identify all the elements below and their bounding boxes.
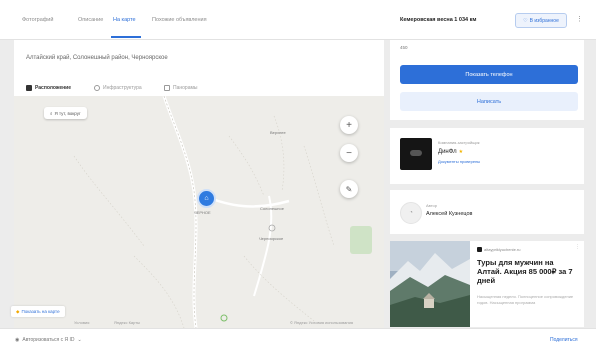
property-pin-icon[interactable]: ⌂ <box>197 189 216 208</box>
pin-icon <box>94 85 100 91</box>
heart-icon: ♡ <box>523 17 528 24</box>
chevron-down-icon: ⌄ <box>77 337 82 343</box>
map-tab-panorama[interactable]: Панорамы <box>164 85 198 91</box>
ad-description: Насыщенная неделя. Полноценное сопровожд… <box>477 294 574 305</box>
app-window: Фотографий Описание На карте Похожие объ… <box>0 0 596 352</box>
map-tab-label: Инфраструктура <box>103 85 142 91</box>
user-avatar-icon: ◔ <box>400 202 422 224</box>
share-link[interactable]: Поделиться <box>550 337 578 343</box>
show-on-map-label: Показать на карте <box>21 309 60 314</box>
map-terms[interactable]: Условия <box>74 320 89 325</box>
map-label-pin: ЧЕРНОЕ <box>194 210 211 215</box>
map-tab-label: Расположение <box>35 85 72 91</box>
zoom-out-button[interactable]: − <box>340 144 358 162</box>
seller-verified[interactable]: Документы проверены <box>438 159 480 164</box>
show-phone-button[interactable]: Показать телефон <box>400 65 578 84</box>
favorite-button[interactable]: ♡ В избранное <box>515 13 567 28</box>
map-chip-label: Я тут, вокруг <box>54 110 81 116</box>
contact-card: 450 Показать телефон Написать <box>390 40 584 120</box>
tab-map[interactable]: На карте <box>113 17 136 23</box>
login-icon: ◉ <box>15 337 20 343</box>
ad-source-icon <box>477 247 482 252</box>
top-tab-bar: Фотографий Описание На карте Похожие объ… <box>0 0 596 40</box>
listing-address: Алтайский край, Солонешный район, Черноя… <box>26 55 168 61</box>
ruler-icon[interactable]: ✎ <box>340 180 358 198</box>
map-provider[interactable]: Яндекс Карты <box>114 320 140 325</box>
map-tab-location[interactable]: Расположение <box>26 85 71 91</box>
seller-kicker: Компания-застройщик <box>438 140 480 145</box>
ad-card[interactable]: altaypriklyuchenie.ru ⋮ Туры для мужчин … <box>390 241 584 327</box>
show-on-map-pill[interactable]: ◆ Показать на карте <box>11 306 65 317</box>
map-park-area <box>350 226 372 254</box>
bottom-bar: ◉ Авторизоваться с Я ID ⌄ Поделиться <box>0 328 596 352</box>
owner-card[interactable]: ◔ Автор Алексей Кузнецов <box>390 190 584 234</box>
write-message-button[interactable]: Написать <box>400 92 578 111</box>
map-copyright[interactable]: © Яндекс Условия использования <box>290 320 353 325</box>
ad-menu-icon[interactable]: ⋮ <box>575 244 580 250</box>
seller-card[interactable]: Компания-застройщик ДинФл ★ Документы пр… <box>390 128 584 184</box>
tab-similar[interactable]: Похожие объявления <box>152 17 207 23</box>
map-label-village: Черноярское <box>259 236 284 241</box>
star-icon: ★ <box>458 149 464 155</box>
yandex-id-login[interactable]: ◉ Авторизоваться с Я ID ⌄ <box>15 337 82 343</box>
ad-source-label: altaypriklyuchenie.ru <box>484 247 521 252</box>
map-view[interactable]: ⌕ Я тут, вокруг + − ✎ ⌂ ЧЕРНОЕ Солонешно… <box>14 96 384 328</box>
tab-description[interactable]: Описание <box>78 17 103 23</box>
route-info: Кемеровская весна 1 034 км <box>400 17 477 23</box>
seller-name: ДинФл <box>438 149 457 155</box>
owner-name: Алексей Кузнецов <box>426 211 473 217</box>
map-label-upper: Верхнее <box>270 130 286 135</box>
seller-name-row: ДинФл ★ <box>438 149 463 155</box>
active-tab-indicator <box>111 36 141 38</box>
search-icon: ⌕ <box>50 110 53 116</box>
price-note: 450 <box>400 45 408 50</box>
ad-source: altaypriklyuchenie.ru <box>477 247 520 252</box>
map-label-town: Солонешное <box>260 206 284 211</box>
favorite-label: В избранное <box>529 17 559 24</box>
map-icon <box>26 85 32 91</box>
panorama-icon <box>164 85 170 91</box>
map-tab-label: Панорамы <box>173 85 198 91</box>
dots-vertical-icon[interactable]: ⋮ <box>576 15 583 23</box>
zoom-in-button[interactable]: + <box>340 116 358 134</box>
login-label: Авторизоваться с Я ID <box>22 337 75 343</box>
ad-image <box>390 241 470 327</box>
map-tab-infrastructure[interactable]: Инфраструктура <box>94 85 142 91</box>
tab-photos[interactable]: Фотографий <box>22 17 53 23</box>
location-icon: ◆ <box>16 308 20 314</box>
map-location-chip[interactable]: ⌕ Я тут, вокруг <box>44 107 87 119</box>
owner-kicker: Автор <box>426 203 437 208</box>
seller-logo <box>400 138 432 170</box>
ad-title: Туры для мужчин на Алтай. Акция 85 000₽ … <box>477 258 573 285</box>
